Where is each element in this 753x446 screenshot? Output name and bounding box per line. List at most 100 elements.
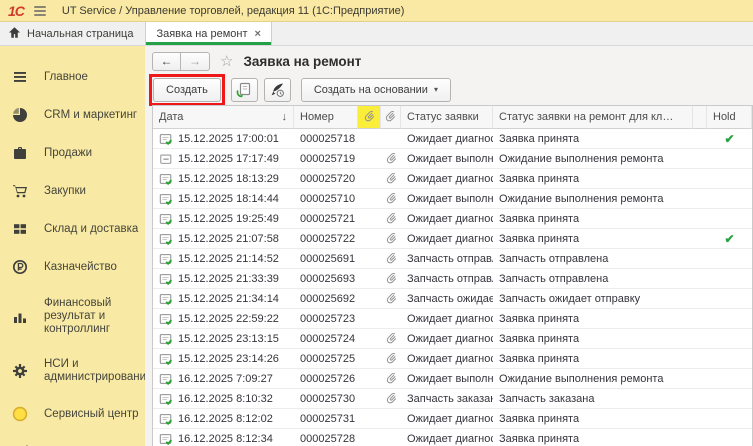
cell-client-status: Ожидание выполнения ремонта xyxy=(493,189,693,209)
cell-status: Запчасть ожидает от… xyxy=(401,289,493,309)
create-button-annotation: Создать xyxy=(149,74,225,106)
back-button[interactable]: ← xyxy=(152,52,181,71)
tab-bar: Начальная страница Заявка на ремонт × xyxy=(0,22,753,46)
cell-hold xyxy=(707,309,752,329)
cell-number: 000025692 xyxy=(294,289,358,309)
cell-client-status: Заявка принята xyxy=(493,329,693,349)
cell-attachment-flag xyxy=(358,169,381,189)
column-header-attachment[interactable] xyxy=(381,106,401,129)
cell-hold xyxy=(707,209,752,229)
cell-attachment xyxy=(381,129,401,149)
column-header-client-status[interactable]: Статус заявки на ремонт для кл… xyxy=(493,106,693,129)
cell-spacer xyxy=(693,429,707,446)
cell-attachment-flag xyxy=(358,129,381,149)
column-header-number[interactable]: Номер xyxy=(294,106,358,129)
coin-ruble-icon xyxy=(0,259,40,275)
sidebar-item-label: Финансовый результат и контроллинг xyxy=(44,297,139,336)
document-posted-icon xyxy=(159,172,173,186)
cell-spacer xyxy=(693,249,707,269)
briefcase-icon xyxy=(0,145,40,161)
create-based-on-button[interactable]: Создать на основании ▾ xyxy=(301,78,451,102)
cell-attachment xyxy=(381,169,401,189)
cell-hold xyxy=(707,429,752,446)
sidebar-item[interactable]: CRM и маркетинг xyxy=(0,96,145,134)
cell-spacer xyxy=(693,189,707,209)
column-header-status[interactable]: Статус заявки xyxy=(401,106,493,129)
cell-date: 15.12.2025 21:33:39 xyxy=(153,269,294,289)
pen-clock-button[interactable] xyxy=(264,78,291,102)
cell-spacer xyxy=(693,129,707,149)
copy-document-button[interactable] xyxy=(231,78,258,102)
cell-date: 16.12.2025 7:09:27 xyxy=(153,369,294,389)
sort-descending-icon: ↓ xyxy=(282,111,288,123)
tab-label: Заявка на ремонт xyxy=(156,28,247,40)
cell-status: Ожидает диагностики xyxy=(401,229,493,249)
cell-status: Ожидает диагностики xyxy=(401,329,493,349)
cell-spacer xyxy=(693,309,707,329)
cell-status: Ожидает выполнени… xyxy=(401,149,493,169)
tab-repair-request[interactable]: Заявка на ремонт × xyxy=(145,22,272,45)
sidebar-item[interactable]: НСИ и администрирование xyxy=(0,347,145,395)
cell-client-status: Заявка принята xyxy=(493,169,693,189)
cart-icon xyxy=(0,183,40,199)
sidebar-item[interactable]: Главное xyxy=(0,58,145,96)
cell-number: 000025721 xyxy=(294,209,358,229)
cell-status: Ожидает диагностики xyxy=(401,169,493,189)
cell-attachment xyxy=(381,429,401,446)
cell-client-status: Заявка принята xyxy=(493,349,693,369)
cell-client-status: Запчасть ожидает отправку xyxy=(493,289,693,309)
create-button[interactable]: Создать xyxy=(153,78,221,102)
sidebar-item[interactable]: Телеграм xyxy=(0,433,145,446)
cell-number: 000025710 xyxy=(294,189,358,209)
sidebar-item[interactable]: Склад и доставка xyxy=(0,210,145,248)
document-posted-icon xyxy=(159,132,173,146)
cell-spacer xyxy=(693,369,707,389)
sidebar-item[interactable]: Закупки xyxy=(0,172,145,210)
cell-client-status: Ожидание выполнения ремонта xyxy=(493,149,693,169)
document-posted-icon xyxy=(159,352,173,366)
tab-home[interactable]: Начальная страница xyxy=(0,22,145,45)
favorite-star-icon[interactable]: ☆ xyxy=(220,54,233,69)
sidebar-item-label: Закупки xyxy=(44,185,86,198)
tab-close-icon[interactable]: × xyxy=(255,28,261,40)
cell-hold: ✔ xyxy=(707,129,752,149)
menu-icon xyxy=(0,69,40,85)
cell-attachment xyxy=(381,289,401,309)
cell-hold: ✔ xyxy=(707,229,752,249)
forward-button[interactable]: → xyxy=(181,52,210,71)
document-posted-icon xyxy=(159,272,173,286)
chevron-down-icon: ▾ xyxy=(434,85,438,94)
cell-hold xyxy=(707,349,752,369)
cell-status: Ожидает диагностики xyxy=(401,209,493,229)
cell-date: 15.12.2025 18:14:44 xyxy=(153,189,294,209)
cell-attachment-flag xyxy=(358,369,381,389)
repair-requests-table: Дата ↓ Номер Статус заявки Статус заявки… xyxy=(152,105,753,446)
cell-status: Ожидает диагностики xyxy=(401,429,493,446)
main-menu-icon[interactable] xyxy=(32,4,48,18)
page-title: Заявка на ремонт xyxy=(243,54,361,69)
cell-date: 15.12.2025 21:07:58 xyxy=(153,229,294,249)
sidebar-item[interactable]: Сервисный центр xyxy=(0,395,145,433)
column-header-hold[interactable]: Hold xyxy=(707,106,752,129)
cell-date: 15.12.2025 18:13:29 xyxy=(153,169,294,189)
cell-client-status: Запчасть заказана xyxy=(493,389,693,409)
cell-spacer xyxy=(693,389,707,409)
cell-number: 000025726 xyxy=(294,369,358,389)
sidebar-item-label: Сервисный центр xyxy=(44,408,138,421)
cell-spacer xyxy=(693,149,707,169)
cell-spacer xyxy=(693,409,707,429)
navigation-row: ← → ☆ Заявка на ремонт xyxy=(145,48,753,74)
sidebar-item[interactable]: Финансовый результат и контроллинг xyxy=(0,286,145,347)
grid-icon xyxy=(0,221,40,237)
hold-check-icon: ✔ xyxy=(724,232,734,246)
cell-number: 000025725 xyxy=(294,349,358,369)
cell-status: Ожидает диагностики xyxy=(401,349,493,369)
document-posted-icon xyxy=(159,192,173,206)
sidebar-item[interactable]: Казначейство xyxy=(0,248,145,286)
sidebar-item[interactable]: Продажи xyxy=(0,134,145,172)
paperclip-icon xyxy=(385,331,398,347)
column-header-attachment-highlighted[interactable] xyxy=(358,106,381,129)
cell-date: 15.12.2025 22:59:22 xyxy=(153,309,294,329)
cell-hold xyxy=(707,149,752,169)
column-header-date[interactable]: Дата ↓ xyxy=(153,106,294,129)
